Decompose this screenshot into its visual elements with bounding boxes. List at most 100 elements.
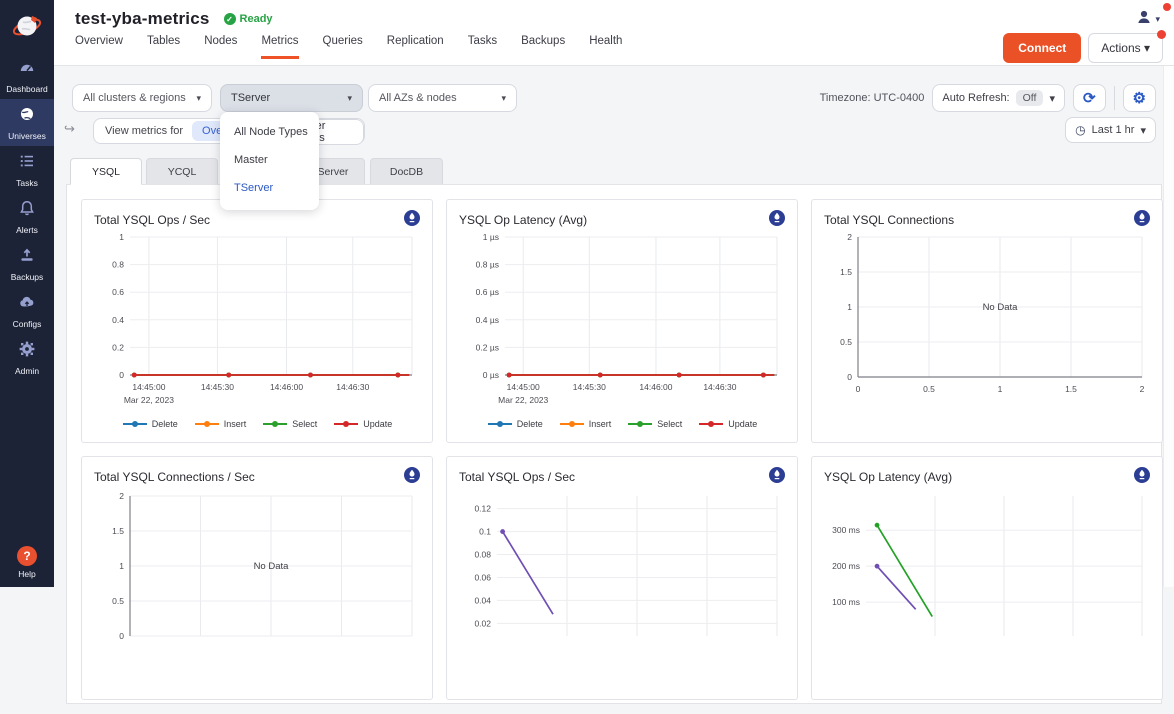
help-icon: ? (17, 546, 37, 566)
svg-text:2: 2 (119, 491, 124, 501)
svg-text:0.6 µs: 0.6 µs (476, 287, 499, 297)
connect-button[interactable]: Connect (1003, 33, 1081, 63)
settings-button[interactable]: ⚙ (1123, 84, 1156, 112)
user-menu[interactable]: ▾ (1136, 9, 1160, 30)
svg-text:14:46:00: 14:46:00 (639, 382, 672, 392)
view-metrics-label: View metrics for (105, 125, 183, 137)
svg-text:2: 2 (1140, 384, 1145, 394)
clusters-regions-dropdown[interactable]: All clusters & regions▾ (72, 84, 212, 112)
chart-card: Total YSQL Ops / Sec 10.80.60.40.2014:45… (81, 199, 433, 443)
tab-metrics[interactable]: Metrics (261, 35, 298, 59)
svg-text:14:46:30: 14:46:30 (703, 382, 736, 392)
metric-tab-ycql[interactable]: YCQL (146, 158, 218, 185)
chart-plot-area[interactable]: 21.510.5000.511.52No Data (824, 231, 1150, 413)
refresh-button[interactable]: ⟳ (1073, 84, 1106, 112)
sidebar-item-alerts[interactable]: Alerts (0, 193, 54, 240)
chart-plot-area[interactable]: 10.80.60.40.2014:45:00Mar 22, 202314:45:… (94, 231, 420, 413)
svg-text:0.4 µs: 0.4 µs (476, 315, 499, 325)
azs-nodes-dropdown[interactable]: All AZs & nodes▾ (368, 84, 517, 112)
page-header: test-yba-metrics ✓ Ready Overview Tables… (54, 0, 1174, 66)
user-avatar-icon (1136, 9, 1152, 30)
prometheus-link-icon[interactable] (769, 210, 785, 231)
node-type-dropdown[interactable]: TServer▾ (220, 84, 363, 112)
sidebar-item-backups[interactable]: Backups (0, 240, 54, 287)
svg-text:0: 0 (119, 631, 124, 641)
sidebar-item-tasks[interactable]: Tasks (0, 146, 54, 193)
tab-tasks[interactable]: Tasks (468, 35, 497, 59)
svg-text:1.5: 1.5 (112, 526, 124, 536)
sidebar-item-label: Backups (11, 272, 44, 282)
auto-refresh-dropdown[interactable]: Auto Refresh: Off ▾ (932, 84, 1065, 112)
refresh-icon: ⟳ (1083, 89, 1096, 107)
dashboard-icon (18, 58, 36, 81)
chart-card: Total YSQL Ops / Sec 0.120.10.080.060.04… (446, 456, 798, 700)
sidebar-item-universes[interactable]: Universes (0, 99, 54, 146)
legend-item[interactable]: Update (698, 419, 757, 429)
tab-replication[interactable]: Replication (387, 35, 444, 59)
sidebar-item-admin[interactable]: Admin (0, 334, 54, 381)
sidebar-item-label: Dashboard (6, 84, 48, 94)
sidebar-item-configs[interactable]: Configs (0, 287, 54, 334)
sidebar-item-dashboard[interactable]: Dashboard (0, 52, 54, 99)
svg-text:1: 1 (119, 561, 124, 571)
chart-legend: Delete Insert Select Update (459, 419, 785, 429)
chart-card: Total YSQL Connections / Sec 21.510.50No… (81, 456, 433, 700)
svg-text:0: 0 (119, 370, 124, 380)
metric-tab-docdb[interactable]: DocDB (370, 158, 443, 185)
prometheus-link-icon[interactable] (1134, 210, 1150, 231)
legend-item[interactable]: Delete (487, 419, 543, 429)
chart-title: Total YSQL Connections / Sec (94, 470, 255, 484)
divider (1114, 86, 1115, 110)
legend-item[interactable]: Insert (194, 419, 247, 429)
tab-tables[interactable]: Tables (147, 35, 180, 59)
menu-option-all-node-types[interactable]: All Node Types (220, 118, 319, 146)
sidebar-item-help[interactable]: ? Help (0, 546, 54, 579)
prometheus-link-icon[interactable] (769, 467, 785, 488)
chevron-down-icon: ▾ (1140, 124, 1146, 137)
legend-item[interactable]: Select (627, 419, 682, 429)
svg-text:No Data: No Data (254, 561, 290, 572)
svg-text:0 µs: 0 µs (483, 370, 499, 380)
tab-backups[interactable]: Backups (521, 35, 565, 59)
tab-health[interactable]: Health (589, 35, 622, 59)
svg-text:0.02: 0.02 (474, 618, 491, 628)
svg-text:Mar 22, 2023: Mar 22, 2023 (498, 395, 548, 405)
chart-plot-area[interactable]: 1 µs0.8 µs0.6 µs0.4 µs0.2 µs0 µs14:45:00… (459, 231, 785, 413)
tab-overview[interactable]: Overview (75, 35, 123, 59)
svg-text:1: 1 (847, 302, 852, 312)
chart-plot-area[interactable]: 0.120.10.080.060.040.02 (459, 488, 785, 694)
legend-item[interactable]: Insert (559, 419, 612, 429)
metric-tab-ysql[interactable]: YSQL (70, 158, 142, 185)
svg-text:14:45:00: 14:45:00 (507, 382, 540, 392)
check-icon: ✓ (224, 13, 236, 25)
svg-text:0.5: 0.5 (923, 384, 935, 394)
prometheus-link-icon[interactable] (1134, 467, 1150, 488)
node-type-menu: All Node Types Master TServer (220, 112, 319, 210)
actions-button[interactable]: Actions ▾ (1088, 33, 1163, 63)
chevron-down-icon: ▾ (347, 93, 352, 104)
chevron-down-icon: ▾ (1049, 92, 1055, 105)
svg-text:0.8 µs: 0.8 µs (476, 260, 499, 270)
prometheus-link-icon[interactable] (404, 210, 420, 231)
menu-option-tserver[interactable]: TServer (220, 174, 319, 202)
legend-item[interactable]: Select (262, 419, 317, 429)
time-range-dropdown[interactable]: ◷ Last 1 hr ▾ (1065, 117, 1156, 143)
charts-panel: Total YSQL Ops / Sec 10.80.60.40.2014:45… (66, 184, 1162, 704)
chart-card: YSQL Op Latency (Avg) 1 µs0.8 µs0.6 µs0.… (446, 199, 798, 443)
tab-queries[interactable]: Queries (323, 35, 363, 59)
svg-text:0.5: 0.5 (840, 337, 852, 347)
svg-text:0.06: 0.06 (474, 572, 491, 582)
yugabyte-logo[interactable] (0, 0, 54, 52)
legend-item[interactable]: Delete (122, 419, 178, 429)
prometheus-link-icon[interactable] (404, 467, 420, 488)
backup-upload-icon (18, 246, 36, 269)
chart-plot-area[interactable]: 21.510.50No Data (94, 488, 420, 694)
chart-plot-area[interactable]: 300 ms200 ms100 ms (824, 488, 1150, 694)
svg-text:14:46:00: 14:46:00 (270, 382, 303, 392)
svg-text:200 ms: 200 ms (832, 561, 860, 571)
scrollbar[interactable] (1163, 66, 1174, 587)
menu-option-master[interactable]: Master (220, 146, 319, 174)
chevron-down-icon: ▾ (1144, 41, 1150, 55)
legend-item[interactable]: Update (333, 419, 392, 429)
tab-nodes[interactable]: Nodes (204, 35, 237, 59)
